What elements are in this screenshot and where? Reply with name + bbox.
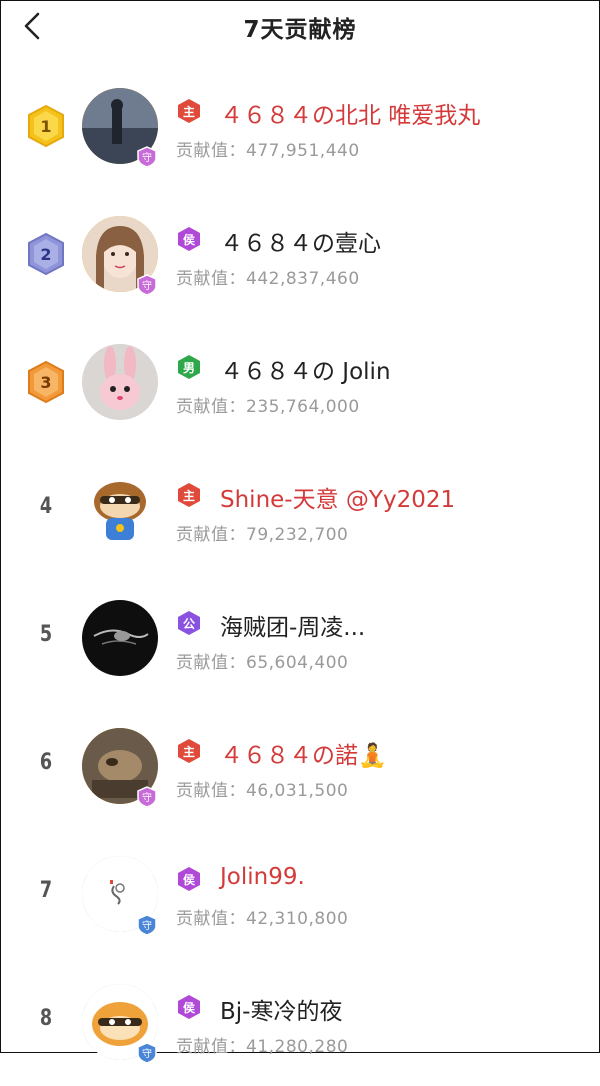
leaderboard-row-7[interactable]: 7 守 侯 Jolin99. 贡献值：42,310,800 [0,830,600,958]
avatar[interactable] [82,344,158,420]
rank-number: 2 [40,245,51,264]
contribution-label: 贡献值： [176,1037,246,1057]
contribution-value: 贡献值：235,764,000 [176,392,360,417]
contribution-value: 贡献值：42,310,800 [176,904,348,929]
contribution-number: 79,232,700 [246,525,349,545]
contribution-value: 贡献值：79,232,700 [176,520,348,545]
rank-number: 7 [39,878,53,903]
contribution-label: 贡献值： [176,141,246,161]
svg-text:守: 守 [142,1047,152,1060]
leaderboard-row-2[interactable]: 2 守 侯 ４６８４の壹心 贡献值：442,837,460 [0,190,600,318]
svg-text:守: 守 [142,919,152,932]
rank-number: 3 [40,373,51,392]
contribution-value: 贡献值：65,604,400 [176,648,348,673]
avatar[interactable] [82,600,158,676]
contribution-label: 贡献值： [176,525,246,545]
svg-text:主: 主 [183,744,195,759]
leaderboard-list: 1 守 主 ４６８４の北北 唯爱我丸 贡献值：477,951,440 2 守 侯… [0,62,600,1086]
level-tag-icon: 男 [178,355,200,379]
svg-text:侯: 侯 [183,1000,196,1015]
user-name[interactable]: ４６８４の壹心 [220,224,381,258]
rank-number: 5 [39,622,53,647]
contribution-label: 贡献值： [176,909,246,929]
gold-medal-icon: 1 [28,104,64,148]
svg-text:守: 守 [142,151,152,164]
avatar[interactable] [82,472,158,548]
contribution-value: 贡献值：477,951,440 [176,136,360,161]
leaderboard-row-1[interactable]: 1 守 主 ４６８４の北北 唯爱我丸 贡献值：477,951,440 [0,62,600,190]
contribution-number: 477,951,440 [246,141,360,161]
rank-number: 6 [39,750,53,775]
contribution-label: 贡献值： [176,653,246,673]
guard-badge-icon: 守 [137,146,157,168]
contribution-label: 贡献值： [176,781,246,801]
contribution-value: 贡献值：46,031,500 [176,776,348,801]
svg-text:侯: 侯 [183,872,196,887]
contribution-value: 贡献值：442,837,460 [176,264,360,289]
contribution-label: 贡献值： [176,269,246,289]
rank-number: 8 [39,1006,53,1031]
user-name[interactable]: ４６８４の諾🧘 [220,736,387,770]
contribution-label: 贡献值： [176,397,246,417]
guard-badge-icon: 守 [137,1042,157,1064]
user-name[interactable]: Bj-寒冷的夜 [220,992,342,1026]
bronze-medal-icon: 3 [28,360,64,404]
rank-number: 1 [40,117,51,136]
level-tag-icon: 主 [178,483,200,507]
user-name[interactable]: ４６８４の北北 唯爱我丸 [220,96,480,130]
svg-text:主: 主 [183,488,195,503]
level-tag-icon: 侯 [178,867,200,891]
contribution-number: 65,604,400 [246,653,349,673]
svg-text:男: 男 [183,361,195,375]
level-tag-icon: 主 [178,99,200,123]
level-tag-icon: 主 [178,739,200,763]
user-name[interactable]: Shine-天意 @Yy2021 [220,480,455,514]
silver-medal-icon: 2 [28,232,64,276]
svg-text:公: 公 [183,617,195,631]
guard-badge-icon: 守 [137,274,157,296]
guard-badge-icon: 守 [137,786,157,808]
leaderboard-row-3[interactable]: 3 男 ４６８４の Jolin 贡献值：235,764,000 [0,318,600,446]
page-title: 7天贡献榜 [243,17,357,43]
contribution-value: 贡献值：41,280,280 [176,1032,348,1057]
contribution-number: 42,310,800 [246,909,349,929]
leaderboard-row-6[interactable]: 6 守 主 ４６８４の諾🧘 贡献值：46,031,500 [0,702,600,830]
contribution-number: 41,280,280 [246,1037,349,1057]
contribution-number: 235,764,000 [246,397,360,417]
leaderboard-row-8[interactable]: 8 守 侯 Bj-寒冷的夜 贡献值：41,280,280 [0,958,600,1086]
level-tag-icon: 侯 [178,227,200,251]
svg-text:守: 守 [142,279,152,292]
guard-badge-icon: 守 [137,914,157,936]
user-name[interactable]: ４６８４の Jolin [220,352,391,386]
contribution-number: 46,031,500 [246,781,349,801]
svg-text:侯: 侯 [183,232,196,247]
leaderboard-row-4[interactable]: 4 主 Shine-天意 @Yy2021 贡献值：79,232,700 [0,446,600,574]
svg-text:主: 主 [183,104,195,119]
level-tag-icon: 公 [178,611,200,635]
leaderboard-row-5[interactable]: 5 公 海贼团-周凌... 贡献值：65,604,400 [0,574,600,702]
contribution-number: 442,837,460 [246,269,360,289]
svg-text:守: 守 [142,791,152,804]
user-name[interactable]: 海贼团-周凌... [220,608,365,642]
rank-number: 4 [39,494,53,519]
level-tag-icon: 侯 [178,995,200,1019]
user-name[interactable]: Jolin99. [220,864,305,890]
header: 7天贡献榜 [0,0,600,52]
